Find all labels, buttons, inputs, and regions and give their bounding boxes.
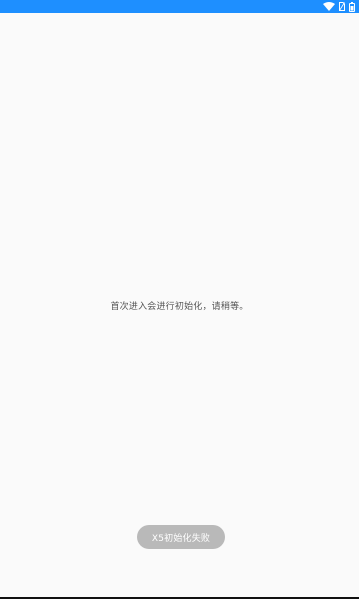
status-bar — [0, 0, 359, 13]
wifi-icon — [323, 2, 335, 11]
main-content: 首次进入会进行初始化，请稍等。 — [0, 13, 359, 597]
init-message: 首次进入会进行初始化，请稍等。 — [110, 302, 249, 312]
battery-icon — [349, 1, 355, 12]
toast-message: X5初始化失败 — [137, 525, 225, 549]
status-icons — [323, 1, 355, 12]
no-sim-icon — [339, 2, 345, 11]
